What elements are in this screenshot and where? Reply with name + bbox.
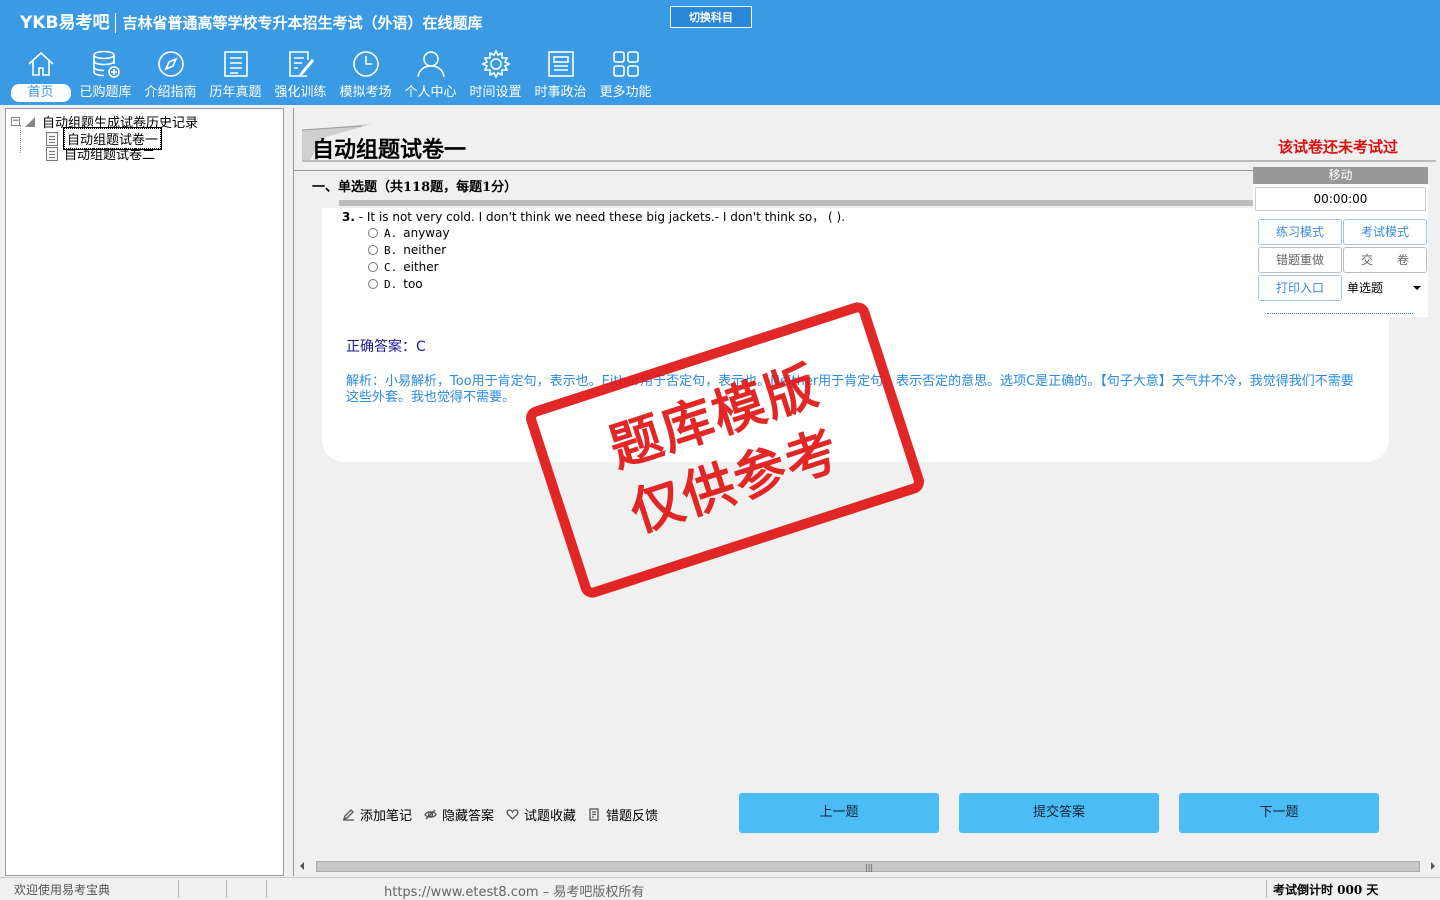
nav-label: 时间设置	[469, 85, 522, 100]
next-question-button[interactable]: 下一题	[1179, 793, 1379, 833]
option-b[interactable]: B. neither	[368, 243, 446, 257]
exam-mode-button[interactable]: 考试模式	[1343, 219, 1427, 245]
switch-subject-button[interactable]: 切换科目	[670, 6, 752, 28]
nav-label: 更多功能	[599, 85, 652, 100]
section-bar	[339, 200, 1255, 206]
edit-icon	[288, 51, 314, 77]
question-stem: - It is not very cold. I don't think we …	[354, 210, 846, 224]
status-welcome: 欢迎使用易考宝典	[14, 883, 111, 897]
report-icon	[589, 808, 599, 821]
nav-home[interactable]: 首页	[8, 48, 73, 104]
grid-icon	[612, 51, 639, 77]
section-title: 一、单选题（共118题，每题1分）	[312, 180, 518, 195]
question-number: 3.	[342, 210, 355, 224]
nav-more[interactable]: 更多功能	[593, 48, 658, 104]
app-title: 吉林省普通高等学校专升本招生考试（外语）在线题库	[122, 14, 483, 32]
horizontal-scrollbar[interactable]: |||	[294, 858, 1440, 875]
nav-guide[interactable]: 介绍指南	[138, 48, 203, 104]
nav-label: 历年真题	[209, 85, 262, 100]
nav-label: 已购题库	[79, 85, 132, 100]
database-icon	[92, 50, 120, 78]
user-icon	[416, 51, 445, 78]
nav-time-settings[interactable]: 时间设置	[463, 48, 528, 104]
news-icon	[547, 51, 574, 77]
favorite-button[interactable]: 试题收藏	[506, 805, 576, 824]
chevron-down-icon	[1413, 286, 1421, 290]
exam-countdown: 考试倒计时 000 天	[1273, 883, 1379, 897]
header-divider	[302, 160, 1436, 162]
nav-label: 介绍指南	[144, 85, 197, 100]
section-divider	[294, 170, 1254, 171]
clock-icon	[352, 51, 379, 77]
tree-item-label: 自动组题试卷二	[64, 148, 156, 163]
radio-a[interactable]	[368, 228, 378, 238]
nav-mock-exam[interactable]: 模拟考场	[333, 48, 398, 104]
option-a[interactable]: A. anyway	[368, 226, 450, 240]
heart-icon	[506, 809, 519, 820]
nav-purchased[interactable]: 已购题库	[73, 48, 138, 104]
gear-icon	[480, 49, 511, 79]
radio-b[interactable]	[368, 245, 378, 255]
pencil-icon	[342, 809, 354, 821]
question-text: 3. - It is not very cold. I don't think …	[342, 208, 845, 225]
list-icon	[223, 51, 248, 77]
exam-control-panel: 移动 00:00:00 练习模式 考试模式 错题重做 交 卷 打印入口 单选题	[1253, 167, 1428, 317]
eye-hidden-icon	[424, 809, 437, 820]
option-c[interactable]: C. either	[368, 260, 439, 274]
scroll-right-icon[interactable]	[1431, 862, 1435, 870]
compass-icon	[157, 51, 184, 77]
correct-answer: 正确答案：C	[346, 339, 426, 355]
paper-header: 自动组题试卷一 该试卷还未考试过	[302, 124, 1436, 163]
radio-c[interactable]	[368, 262, 378, 272]
app-logo: YKB易考吧 吉林省普通高等学校专升本招生考试（外语）在线题库	[20, 8, 482, 33]
scroll-grip-icon[interactable]: |||	[865, 863, 873, 872]
add-note-button[interactable]: 添加笔记	[342, 805, 412, 824]
report-error-button[interactable]: 错题反馈	[588, 805, 658, 824]
main-nav: 首页 已购题库 介绍指南 历年真题 强化训练 模拟考场 个人中心 时间设置 时事…	[8, 48, 658, 104]
panel-divider	[1267, 313, 1413, 314]
radio-d[interactable]	[368, 279, 378, 289]
status-bar: 欢迎使用易考宝典 https://www.etest8.com – 易考吧版权所…	[0, 877, 1440, 900]
timer-display: 00:00:00	[1255, 187, 1426, 211]
document-icon	[46, 146, 58, 161]
panel-move-handle[interactable]: 移动	[1253, 167, 1428, 184]
collapse-icon[interactable]: −	[11, 117, 20, 126]
hide-answer-button[interactable]: 隐藏答案	[424, 805, 494, 824]
submit-answer-button[interactable]: 提交答案	[959, 793, 1159, 833]
status-copyright: https://www.etest8.com – 易考吧版权所有	[384, 885, 645, 900]
question-tools: 添加笔记 隐藏答案 试题收藏 错题反馈	[342, 805, 670, 824]
nav-past-papers[interactable]: 历年真题	[203, 48, 268, 104]
nav-label: 强化训练	[274, 85, 327, 100]
redo-wrong-button[interactable]: 错题重做	[1258, 247, 1342, 273]
paper-status: 该试卷还未考试过	[1277, 138, 1398, 156]
question-type-select[interactable]: 单选题	[1343, 277, 1427, 299]
nav-label: 时事政治	[534, 85, 587, 100]
prev-question-button[interactable]: 上一题	[739, 793, 939, 833]
question-type-value: 单选题	[1347, 281, 1384, 295]
nav-politics[interactable]: 时事政治	[528, 48, 593, 104]
option-d[interactable]: D. too	[368, 277, 423, 291]
nav-label: 个人中心	[404, 85, 457, 100]
scroll-left-icon[interactable]	[300, 862, 304, 870]
nav-personal[interactable]: 个人中心	[398, 48, 463, 104]
app-header: YKB易考吧 吉林省普通高等学校专升本招生考试（外语）在线题库 切换科目 首页 已…	[0, 0, 1440, 105]
tree-item-paper-2[interactable]: 自动组题试卷二	[46, 144, 155, 163]
print-button[interactable]: 打印入口	[1258, 275, 1342, 301]
practice-mode-button[interactable]: 练习模式	[1258, 219, 1342, 245]
scroll-track[interactable]: |||	[316, 861, 1420, 872]
nav-label: 首页	[10, 84, 71, 102]
logo-text: YKB易考吧	[20, 13, 110, 33]
nav-label: 模拟考场	[339, 85, 392, 100]
nav-training[interactable]: 强化训练	[268, 48, 333, 104]
home-icon	[27, 51, 54, 76]
paper-history-tree: − 自动组题生成试卷历史记录 自动组题试卷一 自动组题试卷二	[5, 108, 284, 876]
hand-in-button[interactable]: 交 卷	[1343, 247, 1427, 273]
tree-root-icon	[25, 116, 35, 127]
